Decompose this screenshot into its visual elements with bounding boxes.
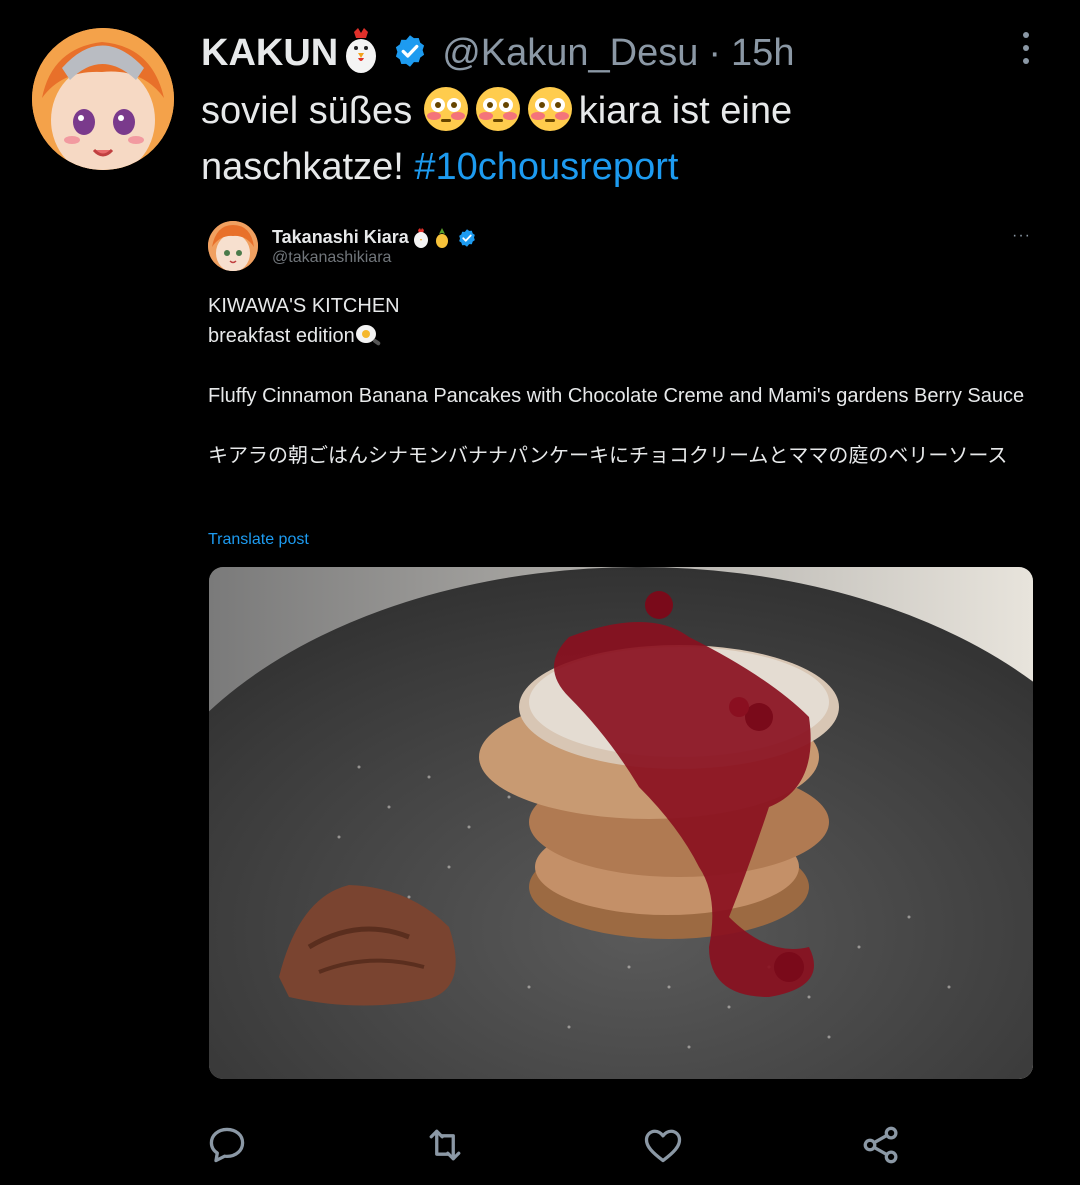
translate-post-link[interactable]: Translate post bbox=[208, 531, 309, 549]
quoted-author-avatar[interactable] bbox=[208, 221, 258, 271]
quoted-author-name-row: Takanashi Kiara bbox=[272, 227, 477, 248]
flushed-face-emoji bbox=[423, 87, 468, 131]
quoted-line-subtitle-row: breakfast edition bbox=[208, 321, 1038, 351]
author-display-name[interactable]: KAKUN bbox=[201, 32, 338, 75]
like-icon[interactable] bbox=[638, 1120, 688, 1170]
more-options-icon[interactable] bbox=[1014, 28, 1038, 68]
tweet-header: KAKUN @Kakun_Desu · 15h bbox=[201, 27, 794, 79]
quoted-line-title: KIWAWA'S KITCHEN bbox=[208, 295, 400, 317]
repost-icon[interactable] bbox=[420, 1120, 470, 1170]
fried-egg-emoji-icon bbox=[355, 325, 381, 346]
hashtag-link[interactable]: #10chousreport bbox=[414, 146, 678, 188]
tweet-text: soviel süßes kiara ist eine naschkatze! … bbox=[201, 83, 1041, 195]
quoted-author-display-name[interactable]: Takanashi Kiara bbox=[272, 227, 409, 248]
author-avatar[interactable] bbox=[32, 28, 174, 170]
pancakes-photo[interactable] bbox=[209, 567, 1033, 1079]
chicken-emoji-icon bbox=[344, 27, 378, 79]
chicken-emoji-icon bbox=[413, 227, 428, 248]
tweet-text-part2: kiara ist eine bbox=[578, 90, 793, 132]
anime-avatar-icon bbox=[32, 28, 174, 170]
author-handle[interactable]: @Kakun_Desu bbox=[442, 32, 698, 75]
tweet-text-part1: soviel süßes bbox=[201, 90, 413, 132]
quoted-line-description: Fluffy Cinnamon Banana Pancakes with Cho… bbox=[208, 385, 1025, 407]
tweet-text-part3: naschkatze! bbox=[201, 146, 415, 188]
separator-dot: · bbox=[708, 31, 722, 74]
quoted-author-handle[interactable]: @takanashikiara bbox=[272, 249, 391, 267]
reply-icon[interactable] bbox=[202, 1120, 252, 1170]
post-timestamp[interactable]: 15h bbox=[731, 32, 794, 75]
verified-badge-icon bbox=[458, 228, 475, 247]
anime-avatar-icon bbox=[208, 221, 258, 271]
quoted-line-subtitle: breakfast edition bbox=[208, 325, 355, 347]
share-icon[interactable] bbox=[856, 1120, 906, 1170]
quoted-line-japanese: キアラの朝ごはんシナモンバナナパンケーキにチョコクリームとママの庭のベリーソース bbox=[208, 445, 1008, 467]
flushed-face-emoji bbox=[527, 87, 572, 131]
action-bar bbox=[0, 1120, 1080, 1170]
verified-badge-icon bbox=[392, 33, 428, 74]
flushed-face-emoji bbox=[475, 87, 520, 131]
quoted-post[interactable]: Takanashi Kiara @takanashikiara ··· KIWA… bbox=[200, 205, 1046, 1100]
quoted-post-text: KIWAWA'S KITCHEN breakfast edition Fluff… bbox=[208, 291, 1038, 471]
quoted-more-icon[interactable]: ··· bbox=[1012, 227, 1031, 245]
pineapple-emoji-icon bbox=[435, 227, 448, 248]
